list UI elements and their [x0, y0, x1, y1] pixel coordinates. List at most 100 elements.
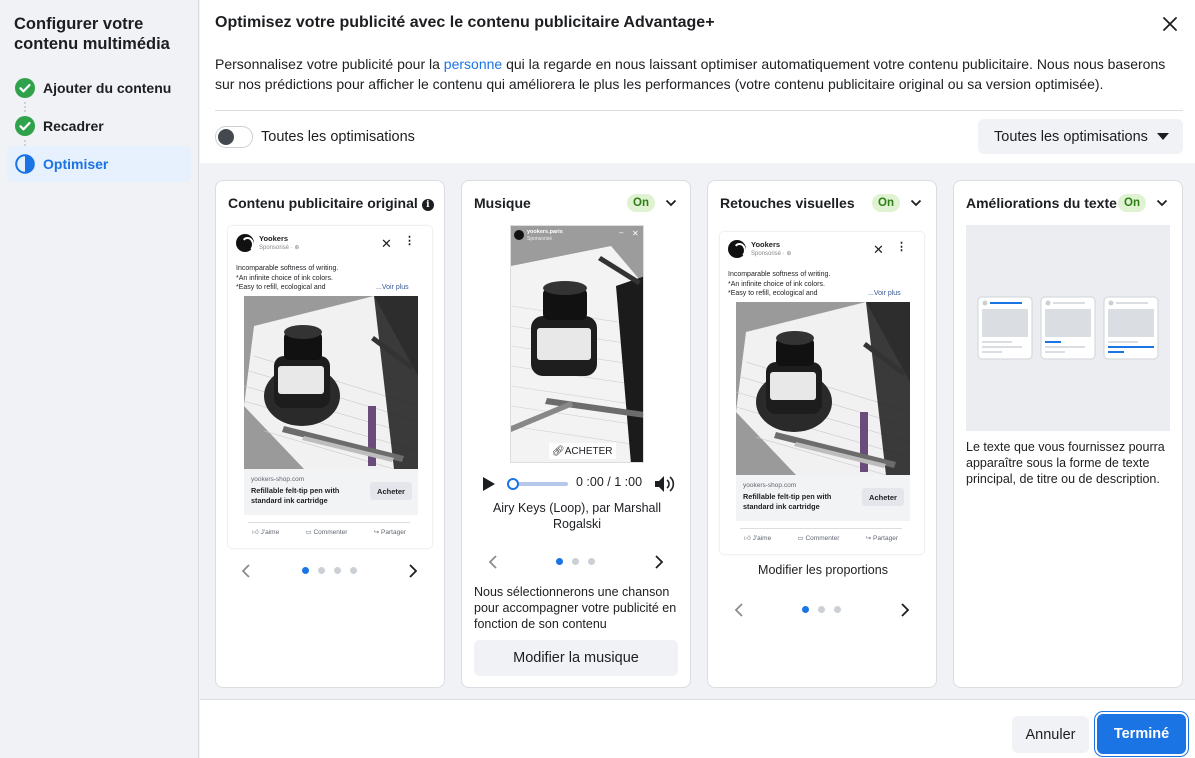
- comment-action: ▭ Commenter: [305, 528, 348, 537]
- card-original-content: Contenu publicitaire original i Yookers S…: [215, 180, 445, 688]
- carousel-dot[interactable]: [572, 558, 579, 565]
- volume-icon[interactable]: [654, 474, 676, 494]
- carousel-dot[interactable]: [834, 606, 841, 613]
- status-badge: On: [627, 194, 655, 212]
- link-icon: 🔗︎: [552, 445, 565, 457]
- play-icon[interactable]: [482, 476, 496, 492]
- sidebar-step-add-content[interactable]: Ajouter du contenu: [7, 70, 191, 106]
- chevron-left-icon[interactable]: [239, 563, 253, 579]
- carousel-dot[interactable]: [588, 558, 595, 565]
- ad-primary-text: Incomparable softness of writing. *An in…: [236, 264, 396, 293]
- done-button[interactable]: Terminé: [1097, 714, 1186, 754]
- ad-product-title: Refillable felt-tip pen with standard in…: [251, 486, 340, 505]
- carousel-dot[interactable]: [556, 558, 563, 565]
- carousel-dot[interactable]: [818, 606, 825, 613]
- product-image: [244, 296, 418, 469]
- optimizations-dropdown[interactable]: Toutes les optimisations: [978, 119, 1183, 154]
- story-brand: yookers.paris: [527, 229, 563, 235]
- music-caption: Nous sélectionnerons une chanson pour ac…: [474, 585, 677, 631]
- more-options-icon: ⋮: [896, 241, 907, 253]
- info-icon[interactable]: i: [421, 199, 434, 211]
- chevron-left-icon[interactable]: [486, 554, 500, 570]
- card-title: Contenu publicitaire original i: [228, 195, 434, 211]
- close-icon: ✕: [632, 229, 639, 238]
- card-music: Musique On yookers.paris Sponsorisé – ✕ …: [461, 180, 691, 688]
- status-badge: On: [1118, 194, 1146, 212]
- sidebar-step-crop[interactable]: Recadrer: [7, 108, 191, 144]
- divider: [248, 522, 410, 523]
- chevron-down-icon[interactable]: [665, 197, 677, 209]
- ink-bottle-photo: [244, 296, 418, 469]
- chevron-right-icon[interactable]: [406, 563, 420, 579]
- action-label: J'aime: [752, 534, 772, 542]
- ad-text-line: Incomparable softness of writing.: [236, 265, 339, 272]
- like-action: 👍︎ J'aime: [744, 534, 772, 543]
- text-caption: Le texte que vous fournissez pourra appa…: [966, 440, 1165, 486]
- dialog-description: Personnalisez votre publicité pour la pe…: [215, 54, 1180, 94]
- ad-action-bar: 👍︎ J'aime ▭ Commenter ↪ Partager: [248, 528, 410, 537]
- close-icon[interactable]: [1162, 16, 1178, 32]
- brand-avatar: [236, 234, 254, 252]
- comment-icon: ▭: [305, 529, 314, 536]
- text-variations-image: [977, 296, 1159, 360]
- all-optimizations-toggle[interactable]: [215, 126, 253, 148]
- card-title-text: Contenu publicitaire original: [228, 195, 418, 211]
- ad-text-line: Incomparable softness of writing.: [728, 271, 831, 278]
- action-label: Partager: [873, 534, 898, 542]
- edit-music-button[interactable]: Modifier la musique: [474, 640, 678, 676]
- story-cta: 🔗︎ ACHETER: [549, 443, 616, 459]
- ink-bottle-photo: [736, 302, 910, 475]
- sidebar: Configurer votre contenu multimédia Ajou…: [0, 0, 199, 758]
- thumbs-up-icon: 👍︎: [252, 529, 261, 536]
- chevron-right-icon[interactable]: [898, 602, 912, 618]
- status-badge: On: [872, 194, 900, 212]
- carousel-dot[interactable]: [350, 567, 357, 574]
- ad-cta-area: yookers-shop.com Refillable felt-tip pen…: [244, 469, 418, 515]
- see-more-link: ...Voir plus: [868, 290, 901, 297]
- share-icon: ↪: [865, 535, 874, 542]
- mock-ad-3: [1103, 296, 1159, 360]
- audio-player: 0 :00 / 1 :00: [482, 473, 682, 495]
- minimize-icon: –: [619, 228, 624, 237]
- cancel-button[interactable]: Annuler: [1012, 716, 1089, 753]
- mock-ad-1: [977, 296, 1033, 360]
- close-icon: ✕: [381, 236, 392, 251]
- ad-text-line: *An infinite choice of ink colors.: [236, 274, 333, 282]
- sidebar-step-label: Ajouter du contenu: [43, 80, 172, 96]
- share-icon: ↪: [373, 529, 382, 536]
- chevron-right-icon[interactable]: [652, 554, 666, 570]
- comment-icon: ▭: [797, 535, 806, 542]
- carousel-dot[interactable]: [318, 567, 325, 574]
- story-sponsored: Sponsorisé: [527, 236, 553, 242]
- comment-action: ▭ Commenter: [797, 534, 840, 543]
- edit-ratio-caption: Modifier les proportions: [758, 563, 888, 577]
- chevron-left-icon[interactable]: [732, 602, 746, 618]
- chevron-down-icon[interactable]: [1156, 197, 1168, 209]
- sidebar-step-label: Optimiser: [43, 156, 109, 172]
- see-more-link: ...Voir plus: [376, 284, 409, 291]
- like-action: 👍︎ J'aime: [252, 528, 279, 537]
- sidebar-step-label: Recadrer: [43, 118, 104, 134]
- dropdown-value: Toutes les optimisations: [994, 128, 1148, 145]
- half-circle-icon: [15, 154, 35, 174]
- share-action: ↪ Partager: [865, 534, 898, 543]
- carousel-pager: [462, 552, 690, 572]
- chevron-down-icon[interactable]: [910, 197, 922, 209]
- share-action: ↪ Partager: [373, 528, 406, 537]
- dialog-title: Optimisez votre publicité avec le conten…: [215, 14, 715, 31]
- carousel-dot[interactable]: [802, 606, 809, 613]
- action-label: Commenter: [805, 534, 840, 542]
- ad-site: yookers-shop.com: [251, 476, 305, 483]
- carousel-dot[interactable]: [302, 567, 309, 574]
- ad-preview-feed: Yookers Sponsorisé · ⊕ ✕ ⋮ Incomparable …: [228, 226, 432, 548]
- carousel-dot[interactable]: [334, 567, 341, 574]
- person-link[interactable]: personne: [444, 56, 502, 72]
- audio-time: 0 :00 / 1 :00: [576, 475, 643, 489]
- card-title: Améliorations du texte: [966, 195, 1117, 211]
- card-title: Retouches visuelles: [720, 195, 855, 211]
- card-text-improvements: Améliorations du texte On Le texte que v…: [953, 180, 1183, 688]
- carousel-pager: [216, 561, 444, 581]
- check-circle-icon: [15, 78, 35, 98]
- audio-progress-handle[interactable]: [507, 478, 519, 490]
- sidebar-step-optimize[interactable]: Optimiser: [7, 146, 191, 182]
